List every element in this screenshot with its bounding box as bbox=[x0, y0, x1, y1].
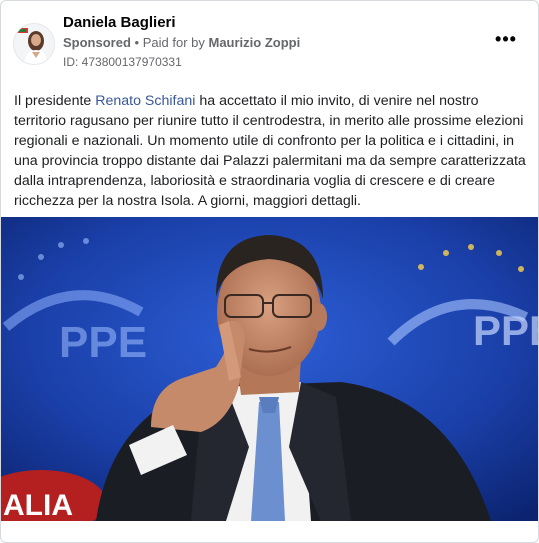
post-image[interactable]: PPE PPE ALIA bbox=[1, 217, 538, 521]
paid-for-label: Paid for by bbox=[142, 35, 205, 50]
post-text-intro: Il presidente bbox=[14, 93, 96, 109]
portrait-photo: PPE PPE ALIA bbox=[1, 217, 538, 521]
post-text: Il presidente Renato Schifani ha accetta… bbox=[14, 91, 532, 211]
ad-id: ID: 473800137970331 bbox=[63, 55, 182, 69]
avatar-image bbox=[14, 24, 54, 64]
post-header: Daniela Baglieri Sponsored • Paid for by… bbox=[1, 1, 538, 79]
post-text-body: ha accettato il mio invito, di venire ne… bbox=[14, 93, 526, 209]
ad-post-card: Daniela Baglieri Sponsored • Paid for by… bbox=[0, 0, 539, 543]
separator: • bbox=[134, 35, 140, 50]
more-options-icon[interactable]: ••• bbox=[494, 29, 518, 53]
sponsored-line: Sponsored • Paid for by Maurizio Zoppi bbox=[63, 35, 300, 50]
mention-link[interactable]: Renato Schifani bbox=[95, 93, 195, 109]
author-name[interactable]: Daniela Baglieri bbox=[63, 14, 176, 31]
author-avatar[interactable] bbox=[13, 23, 55, 65]
backdrop-alia: ALIA bbox=[3, 489, 73, 521]
sponsored-label: Sponsored bbox=[63, 35, 131, 50]
backdrop-ppe-right: PPE bbox=[473, 307, 538, 354]
backdrop-ppe-left: PPE bbox=[59, 318, 147, 367]
paid-for-name[interactable]: Maurizio Zoppi bbox=[209, 35, 301, 50]
